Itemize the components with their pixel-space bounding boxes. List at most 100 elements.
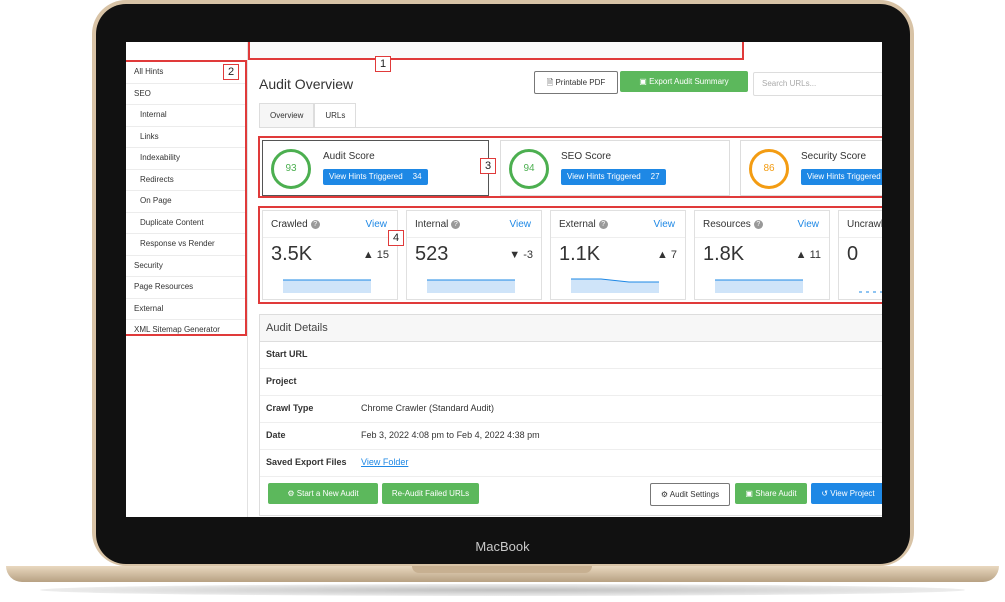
hint-count: 34 xyxy=(412,172,422,181)
security-score-ring: 86 xyxy=(749,149,789,189)
help-icon[interactable]: ? xyxy=(310,220,320,229)
sparkline xyxy=(283,279,371,293)
audit-details-heading: Audit Details xyxy=(260,315,882,342)
seo-score-ring: 94 xyxy=(509,149,549,189)
callout-3: 3 xyxy=(480,158,496,174)
score-card-security: 86 Security Score View Hints Triggered xyxy=(740,140,882,196)
help-icon[interactable]: ? xyxy=(753,220,763,229)
export-summary-label: Export Audit Summary xyxy=(649,77,729,86)
top-navigation[interactable] xyxy=(248,42,744,60)
view-folder-link[interactable]: View Folder xyxy=(361,457,408,467)
sidebar: All Hints SEO Internal Links Indexabilit… xyxy=(126,60,247,336)
detail-value: Feb 3, 2022 4:08 pm to Feb 4, 2022 4:38 … xyxy=(361,430,540,440)
callout-1: 1 xyxy=(375,56,391,72)
view-hints-button-seo[interactable]: View Hints Triggered 27 xyxy=(561,169,666,185)
view-link[interactable]: View xyxy=(510,219,532,230)
sidebar-item-response-vs-render[interactable]: Response vs Render xyxy=(126,234,245,256)
tab-urls[interactable]: URLs xyxy=(314,103,357,127)
metric-card-crawled: Crawled? View 3.5K ▲ 15 xyxy=(262,210,398,300)
gear-icon: ⚙ xyxy=(660,490,668,499)
view-hints-label: View Hints Triggered xyxy=(807,172,881,181)
search-input[interactable]: Search URLs... xyxy=(753,72,882,96)
help-icon[interactable]: ? xyxy=(451,220,461,229)
card-divider xyxy=(407,237,541,238)
detail-key: Crawl Type xyxy=(266,403,314,413)
sidebar-item-indexability[interactable]: Indexability xyxy=(126,148,245,170)
callout-2: 2 xyxy=(223,64,239,80)
audit-settings-button[interactable]: ⚙ Audit Settings xyxy=(650,483,730,506)
page-title: Audit Overview xyxy=(259,76,354,92)
sidebar-item-redirects[interactable]: Redirects xyxy=(126,170,245,191)
view-hints-button-security[interactable]: View Hints Triggered xyxy=(801,169,882,185)
card-divider xyxy=(263,237,397,238)
card-divider xyxy=(551,237,685,238)
share-audit-button[interactable]: ▣ Share Audit xyxy=(735,483,807,504)
re-audit-label: Re-Audit Failed URLs xyxy=(391,489,470,498)
card-divider xyxy=(695,237,829,238)
metric-value: 1.1K xyxy=(559,243,601,265)
view-project-button[interactable]: ↺ View Project xyxy=(811,483,882,504)
detail-key: Saved Export Files xyxy=(266,457,347,467)
seo-score-title: SEO Score xyxy=(561,151,612,162)
screen: 1 All Hints SEO Internal Links Indexabil… xyxy=(126,42,882,517)
score-card-audit: 93 Audit Score View Hints Triggered 34 xyxy=(262,140,489,196)
view-link[interactable]: View xyxy=(798,219,820,230)
history-icon: ↺ xyxy=(821,489,829,498)
sparkline xyxy=(859,291,882,293)
metric-value: 0 xyxy=(847,243,859,265)
sidebar-divider xyxy=(247,42,248,517)
sidebar-item-internal[interactable]: Internal xyxy=(126,105,245,127)
metric-value: 1.8K xyxy=(703,243,745,265)
score-cards-highlight: 93 Audit Score View Hints Triggered 34 3 … xyxy=(258,136,882,198)
laptop-shadow xyxy=(40,584,965,596)
tab-overview[interactable]: Overview xyxy=(259,103,315,127)
view-link[interactable]: View xyxy=(366,219,388,230)
metric-card-internal: Internal? View 523 ▼ -3 xyxy=(406,210,542,300)
pdf-icon: 🗎 xyxy=(546,78,554,87)
sidebar-item-external[interactable]: External xyxy=(126,299,245,320)
sidebar-item-duplicate-content[interactable]: Duplicate Content xyxy=(126,213,245,234)
sidebar-item-links[interactable]: Links xyxy=(126,127,245,148)
sparkline xyxy=(427,279,515,293)
detail-row-saved-exports: Saved Export Files View Folder xyxy=(260,450,882,477)
sparkline xyxy=(715,279,803,293)
metric-value: 3.5K xyxy=(271,243,313,265)
detail-key: Project xyxy=(266,376,297,386)
share-audit-label: Share Audit xyxy=(755,489,797,498)
export-summary-button[interactable]: ▣ Export Audit Summary xyxy=(620,71,748,92)
help-icon[interactable]: ? xyxy=(598,220,608,229)
sparkline xyxy=(571,278,659,293)
metric-card-resources: Resources? View 1.8K ▲ 11 xyxy=(694,210,830,300)
detail-row-date: Date Feb 3, 2022 4:08 pm to Feb 4, 2022 … xyxy=(260,423,882,450)
metric-delta: ▲ 15 xyxy=(362,249,389,261)
tab-underline xyxy=(259,127,882,128)
view-hints-label: View Hints Triggered xyxy=(567,172,641,181)
detail-row-crawl-type: Crawl Type Chrome Crawler (Standard Audi… xyxy=(260,396,882,423)
sidebar-item-xml-sitemap[interactable]: XML Sitemap Generator xyxy=(126,320,245,341)
metric-card-uncrawled: Uncrawled 0 xyxy=(838,210,882,300)
laptop-notch xyxy=(412,566,592,573)
sidebar-item-security[interactable]: Security xyxy=(126,256,245,277)
metric-label: Internal xyxy=(415,219,449,230)
detail-row-start-url: Start URL xyxy=(260,342,882,369)
file-icon: ▣ xyxy=(639,77,647,86)
sidebar-item-seo[interactable]: SEO xyxy=(126,84,245,105)
view-hints-button-audit[interactable]: View Hints Triggered 34 xyxy=(323,169,428,185)
view-hints-label: View Hints Triggered xyxy=(329,172,403,181)
audit-settings-label: Audit Settings xyxy=(669,490,720,499)
metric-delta: ▼ -3 xyxy=(509,249,533,261)
sidebar-item-on-page[interactable]: On Page xyxy=(126,191,245,213)
sidebar-item-page-resources[interactable]: Page Resources xyxy=(126,277,245,299)
printable-pdf-button[interactable]: 🗎 Printable PDF xyxy=(534,71,618,94)
view-link[interactable]: View xyxy=(654,219,676,230)
metric-label: Uncrawled xyxy=(847,219,882,230)
metric-label: Resources xyxy=(703,219,751,230)
audit-details-panel: Audit Details Start URL Project Crawl Ty… xyxy=(259,314,882,516)
tab-bar: Overview URLs xyxy=(259,103,357,127)
start-new-audit-button[interactable]: ⚙ Start a New Audit xyxy=(268,483,378,504)
re-audit-failed-button[interactable]: Re-Audit Failed URLs xyxy=(382,483,479,504)
metric-delta: ▲ 7 xyxy=(656,249,677,261)
metric-value: 523 xyxy=(415,243,449,265)
device-brand-label: MacBook xyxy=(475,539,530,554)
start-new-audit-label: Start a New Audit xyxy=(296,489,359,498)
